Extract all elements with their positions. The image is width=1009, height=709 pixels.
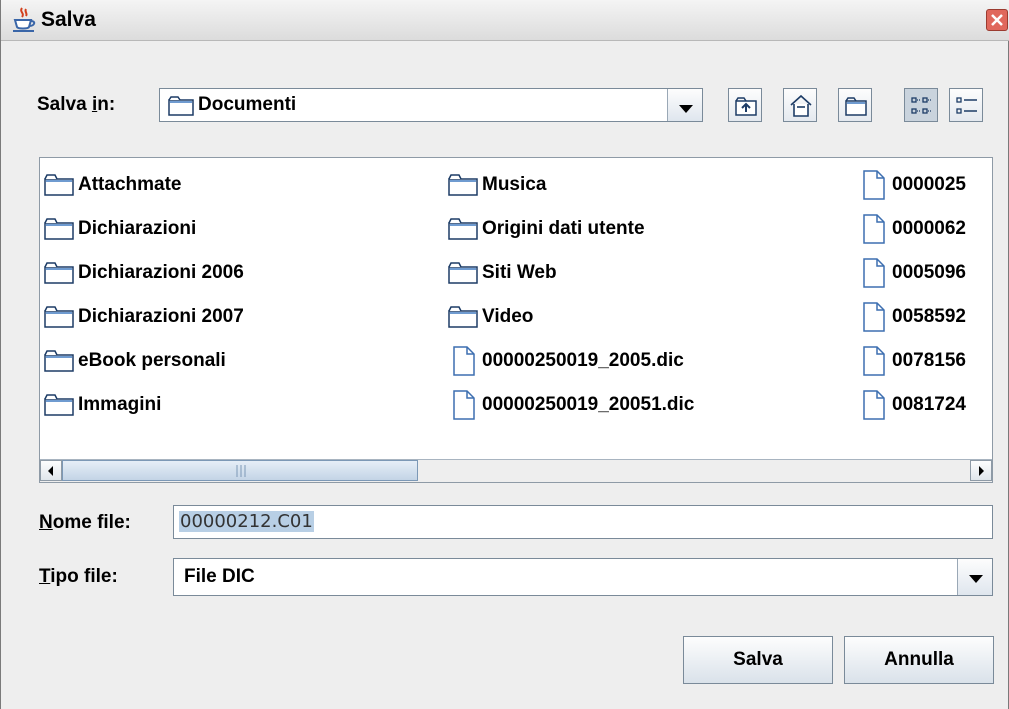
- file-type-label: Tipo file:: [39, 566, 118, 587]
- file-item[interactable]: 0081724: [858, 390, 966, 420]
- file-icon: [863, 346, 885, 376]
- scroll-thumb[interactable]: [62, 460, 418, 481]
- folder-item[interactable]: Video: [448, 302, 533, 332]
- file-item[interactable]: 0078156: [858, 346, 966, 376]
- file-item[interactable]: 0058592: [858, 302, 966, 332]
- scroll-left-button[interactable]: [40, 460, 62, 481]
- save-in-combo[interactable]: Documenti: [159, 88, 703, 122]
- arrow-left-icon: [48, 466, 53, 476]
- item-label: 0081724: [892, 394, 966, 415]
- folder-icon: [44, 350, 74, 372]
- file-item[interactable]: 0000062: [858, 214, 966, 244]
- window-title: Salva: [41, 8, 96, 31]
- folder-item[interactable]: eBook personali: [44, 346, 226, 376]
- folder-item[interactable]: Dichiarazioni 2007: [44, 302, 244, 332]
- chevron-down-icon[interactable]: [957, 559, 992, 595]
- file-type-value: File DIC: [184, 566, 255, 587]
- list-view-icon: [911, 97, 931, 114]
- item-label: Dichiarazioni: [78, 218, 197, 239]
- details-view-button[interactable]: [949, 88, 983, 122]
- item-label: Dichiarazioni 2007: [78, 306, 244, 327]
- item-label: 0000025: [892, 174, 966, 195]
- java-cup-icon: [13, 7, 36, 32]
- item-label: Origini dati utente: [482, 218, 645, 239]
- folder-item[interactable]: Attachmate: [44, 170, 181, 200]
- file-name-input[interactable]: 00000212.C01: [173, 505, 993, 539]
- save-in-value: Documenti: [198, 94, 297, 115]
- item-label: 0058592: [892, 306, 966, 327]
- save-dialog: Salva Salva in: Documenti Attachmate Dic…: [0, 0, 1009, 709]
- new-folder-button[interactable]: [838, 88, 872, 122]
- close-icon: [991, 14, 1003, 26]
- list-view-button[interactable]: [904, 88, 938, 122]
- file-icon: [863, 390, 885, 420]
- folder-icon: [44, 262, 74, 284]
- arrow-right-icon: [979, 466, 984, 476]
- save-in-label: Salva in:: [37, 94, 116, 115]
- folder-icon: [44, 394, 74, 416]
- file-icon: [453, 390, 475, 420]
- folder-item[interactable]: Dichiarazioni: [44, 214, 196, 244]
- item-label: 00000250019_2005.dic: [482, 350, 684, 371]
- cancel-button[interactable]: Annulla: [844, 636, 994, 684]
- folder-icon: [44, 218, 74, 240]
- folder-icon: [448, 218, 478, 240]
- item-label: Immagini: [78, 394, 162, 415]
- home-button[interactable]: [783, 88, 817, 122]
- item-label: Dichiarazioni 2006: [78, 262, 244, 283]
- folder-icon: [44, 174, 74, 196]
- folder-icon: [448, 306, 478, 328]
- item-label: eBook personali: [78, 350, 226, 371]
- horizontal-scrollbar[interactable]: [40, 459, 992, 482]
- file-item[interactable]: 0000025: [858, 170, 966, 200]
- new-folder-icon: [845, 97, 867, 116]
- item-label: 0000062: [892, 218, 966, 239]
- file-item[interactable]: 00000250019_20051.dic: [448, 390, 694, 420]
- item-label: 0005096: [892, 262, 966, 283]
- folder-item[interactable]: Dichiarazioni 2006: [44, 258, 244, 288]
- chevron-down-icon[interactable]: [667, 89, 702, 121]
- file-list[interactable]: Attachmate Dichiarazioni Dichiarazioni 200…: [39, 157, 993, 483]
- file-name-value: 00000212.C01: [179, 511, 314, 532]
- up-folder-icon: [735, 97, 757, 116]
- title-bar[interactable]: Salva: [1, 0, 1009, 41]
- file-name-label: Nome file:: [39, 512, 131, 533]
- save-button[interactable]: Salva: [683, 636, 833, 684]
- file-icon: [863, 258, 885, 288]
- file-item[interactable]: 00000250019_2005.dic: [448, 346, 684, 376]
- folder-item[interactable]: Origini dati utente: [448, 214, 645, 244]
- item-label: 0078156: [892, 350, 966, 371]
- file-icon: [863, 170, 885, 200]
- file-icon: [453, 346, 475, 376]
- folder-icon: [448, 262, 478, 284]
- close-button[interactable]: [986, 9, 1008, 31]
- item-label: 00000250019_20051.dic: [482, 394, 695, 415]
- folder-icon: [168, 96, 194, 116]
- item-label: Siti Web: [482, 262, 557, 283]
- grip-icon: [236, 465, 246, 477]
- item-label: Attachmate: [78, 174, 182, 195]
- scroll-right-button[interactable]: [970, 460, 992, 481]
- file-item[interactable]: 0005096: [858, 258, 966, 288]
- folder-icon: [448, 174, 478, 196]
- folder-icon: [44, 306, 74, 328]
- folder-item[interactable]: Immagini: [44, 390, 161, 420]
- file-type-combo[interactable]: File DIC: [173, 558, 993, 596]
- file-icon: [863, 214, 885, 244]
- up-folder-button[interactable]: [728, 88, 762, 122]
- item-label: Musica: [482, 174, 547, 195]
- folder-item[interactable]: Siti Web: [448, 258, 557, 288]
- item-label: Video: [482, 306, 534, 327]
- file-icon: [863, 302, 885, 332]
- home-icon: [790, 94, 812, 117]
- details-view-icon: [956, 97, 977, 114]
- folder-item[interactable]: Musica: [448, 170, 546, 200]
